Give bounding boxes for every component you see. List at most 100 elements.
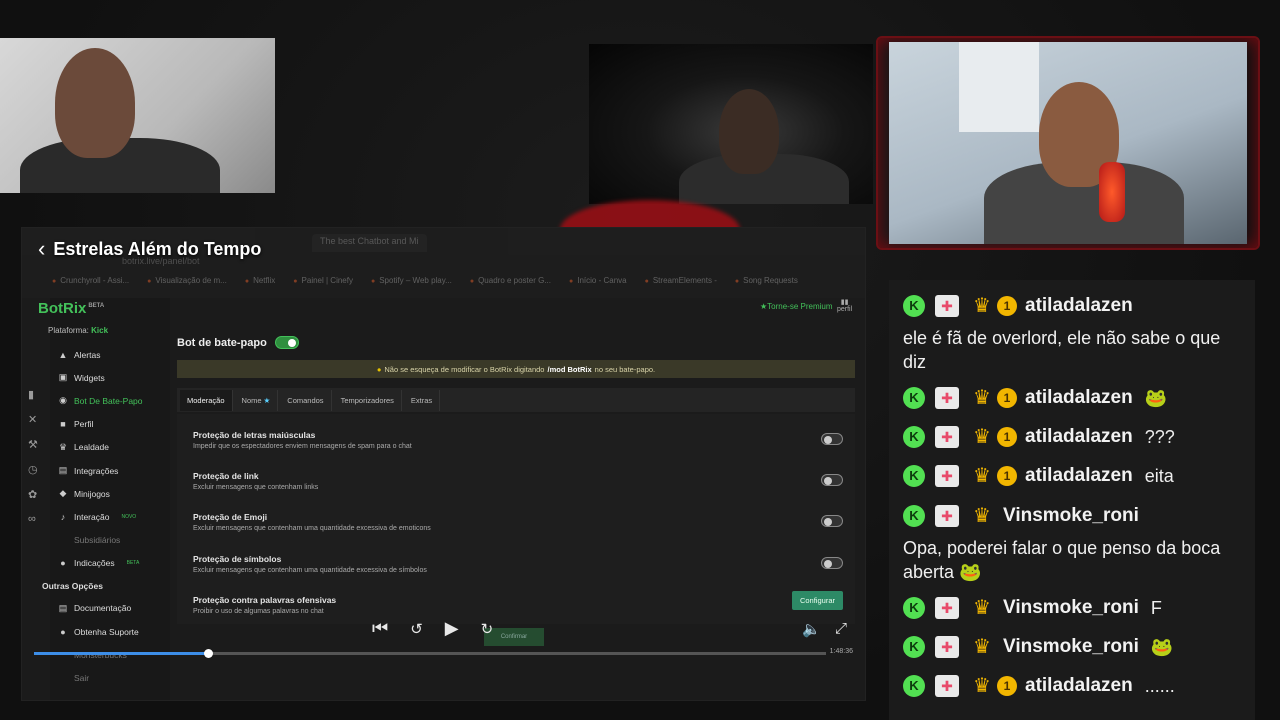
profile-button[interactable]: ▮▮ perfil: [837, 298, 852, 313]
chat-message: K ✚ ♛ Vinsmoke_roni F: [903, 596, 1243, 620]
bot-enabled-toggle[interactable]: [274, 336, 299, 349]
twitch-icon[interactable]: ▮: [28, 388, 38, 401]
chat-username[interactable]: atiladalazen: [1025, 294, 1133, 318]
notice-icon: ●: [376, 364, 382, 374]
tool-icon[interactable]: ⚒: [28, 438, 38, 451]
progress-fill: [34, 652, 209, 655]
chat-username[interactable]: Vinsmoke_roni: [1003, 596, 1139, 620]
chat-username[interactable]: Vinsmoke_roni: [1003, 635, 1139, 659]
chat-username[interactable]: Vinsmoke_roni: [1003, 504, 1139, 528]
sidebar-item[interactable]: ■ Perfil: [58, 413, 168, 436]
forward-10-icon[interactable]: ↻: [481, 620, 494, 638]
sidebar-item[interactable]: Subsidiários: [58, 529, 168, 552]
link-toggle[interactable]: [821, 474, 843, 486]
chat-user-row: K ✚ ♛ Vinsmoke_roni: [903, 504, 1243, 528]
bookmark[interactable]: Spotify – Web play...: [371, 276, 452, 285]
tab-nome[interactable]: Nome ★: [235, 389, 279, 411]
chat-message: K ✚ ♛ Vinsmoke_roni 🐸: [903, 635, 1243, 659]
app-nav: ▲ Alertas ▣ Widgets ◉ Bot De Bate-Papo ■ Perfil…: [42, 343, 168, 690]
playback-controls: ⏮ ↺ ▶ ↻: [372, 618, 493, 639]
crown-badge-icon: ♛: [973, 597, 991, 619]
gamepad-badge-icon: ✚: [935, 597, 959, 619]
logo-text: BotRix: [38, 300, 87, 317]
setting-desc: Excluir mensagens que contenham uma quan…: [193, 525, 431, 532]
sidebar-item[interactable]: Sair: [58, 666, 168, 689]
chat-username[interactable]: atiladalazen: [1025, 425, 1133, 449]
sidebar-item-label: Documentação: [74, 603, 132, 614]
caps-toggle[interactable]: [821, 433, 843, 445]
level-badge: 1: [997, 676, 1017, 696]
chat-username[interactable]: atiladalazen: [1025, 464, 1133, 488]
beta-badge: BETA: [88, 303, 105, 309]
sidebar-item[interactable]: ▤ Documentação: [58, 597, 168, 620]
nav-section-title: Outras Opções: [42, 580, 103, 591]
chat-user-row: K ✚ ♛ 1 atiladalazen eita: [903, 464, 1243, 488]
kick-badge-icon: K: [903, 295, 925, 317]
gamepad-badge-icon: ✚: [935, 295, 959, 317]
bookmark[interactable]: Início - Canva: [569, 276, 626, 285]
sidebar-item[interactable]: ▣ Widgets: [58, 366, 168, 389]
bookmark[interactable]: Crunchyroll - Assi...: [52, 276, 129, 285]
sidebar-item[interactable]: ◉ Bot De Bate-Papo: [58, 389, 168, 412]
video-player[interactable]: The best Chatbot and Mi botrix.live/pane…: [21, 227, 866, 701]
botrix-logo[interactable]: BotRix BETA: [38, 300, 104, 317]
back-icon[interactable]: ‹: [38, 236, 45, 262]
tab-temporizadores[interactable]: Temporizadores: [334, 389, 402, 411]
premium-link[interactable]: ★Torne-se Premium: [760, 302, 833, 311]
bookmark[interactable]: Painel | Cinefy: [293, 276, 353, 285]
sidebar-item[interactable]: ▤ Integrações: [58, 459, 168, 482]
tab-comandos[interactable]: Comandos: [280, 389, 332, 411]
chat-inline-text: eita: [1144, 466, 1174, 486]
sidebar-item[interactable]: ♛ Lealdade: [58, 436, 168, 459]
sidebar-item[interactable]: ◆ Minijogos: [58, 482, 168, 505]
chat-username[interactable]: atiladalazen: [1025, 386, 1133, 410]
sidebar-item[interactable]: ♪ Interação NOVO: [58, 505, 168, 528]
bookmark[interactable]: Netflix: [245, 276, 275, 285]
chat-inline-text: ......: [1144, 676, 1175, 696]
sidebar-item[interactable]: ▲ Alertas: [58, 343, 168, 366]
gamepad-icon: ◆: [59, 488, 67, 499]
trophy-icon: ♛: [58, 441, 68, 452]
skip-previous-icon[interactable]: ⏮: [372, 618, 388, 639]
chat-user-row: K ✚ ♛ Vinsmoke_roni 🐸: [903, 635, 1243, 659]
configure-button[interactable]: Configurar: [791, 591, 843, 610]
lamp: [1099, 162, 1125, 222]
tab-moderacao[interactable]: Moderação: [180, 389, 233, 411]
sidebar-item-label: Lealdade: [74, 442, 109, 453]
bookmark[interactable]: Song Requests: [735, 276, 798, 285]
link-icon[interactable]: ∞: [28, 513, 38, 525]
webcam-left: [0, 38, 275, 193]
emoji-toggle[interactable]: [821, 515, 843, 527]
person-head: [719, 89, 779, 174]
player-right-controls: 🔈 ⤢: [802, 620, 847, 638]
bookmark[interactable]: StreamElements -: [645, 276, 717, 285]
setting-desc: Impedir que os espectadores enviem mensa…: [193, 443, 412, 450]
volume-icon[interactable]: 🔈: [802, 620, 821, 638]
x-icon[interactable]: ✕: [28, 413, 38, 426]
sidebar-item[interactable]: ● Obtenha Suporte: [58, 620, 168, 643]
notice-text-end: no seu bate-papo.: [594, 364, 656, 374]
level-badge: 1: [997, 388, 1017, 408]
person-head: [55, 48, 135, 158]
symbols-toggle[interactable]: [821, 557, 843, 569]
bookmark[interactable]: Visualização de m...: [147, 276, 226, 285]
tab-extras[interactable]: Extras: [404, 389, 441, 411]
progress-knob[interactable]: [204, 649, 214, 658]
gamepad-badge-icon: ✚: [935, 636, 959, 658]
progress-bar[interactable]: [34, 649, 826, 658]
sidebar-item-label: Interação: [74, 511, 110, 522]
chat-username[interactable]: atiladalazen: [1025, 674, 1133, 698]
fullscreen-icon[interactable]: ⤢: [835, 620, 847, 638]
rewind-10-icon[interactable]: ↺: [410, 620, 423, 638]
tab-label: Nome: [241, 395, 262, 405]
play-icon[interactable]: ▶: [445, 618, 459, 639]
webcam-center: [589, 44, 873, 204]
kick-badge-icon: K: [903, 465, 925, 487]
clock-icon[interactable]: ◷: [28, 463, 38, 476]
bookmark[interactable]: Quadro e poster G...: [470, 276, 551, 285]
chat-message: K ✚ ♛ 1 atiladalazen eita: [903, 464, 1243, 488]
sidebar-item[interactable]: ● Indicações BETA: [58, 552, 168, 575]
paw-icon[interactable]: ✿: [28, 488, 38, 501]
bot-tabs: Moderação Nome ★ Comandos Temporizadores …: [177, 388, 855, 412]
chat-user-row: K ✚ ♛ Vinsmoke_roni F: [903, 596, 1243, 620]
